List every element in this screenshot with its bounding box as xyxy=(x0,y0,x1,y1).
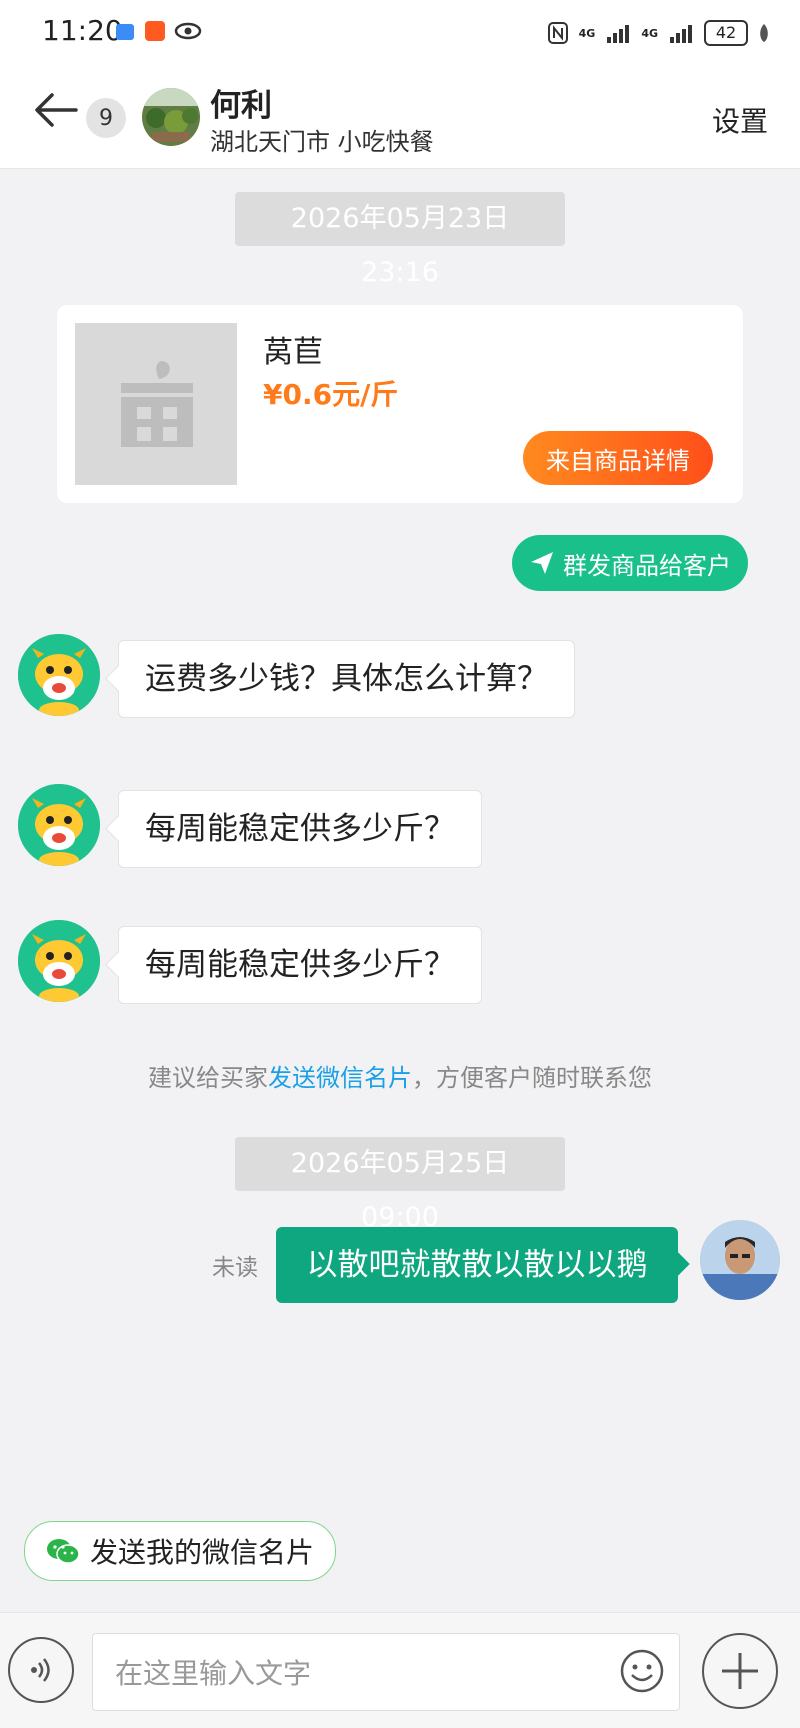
status-system-icons: 4G 4G 42 xyxy=(547,20,770,46)
timestamp: 2026年05月23日 23:16 xyxy=(235,192,565,288)
kuaishou-notification-icon xyxy=(145,21,165,41)
my-avatar[interactable] xyxy=(700,1220,780,1300)
contact-name: 何利 xyxy=(210,88,272,124)
hint-prefix: 建议给买家 xyxy=(148,1064,268,1092)
voice-icon xyxy=(31,1658,50,1682)
outgoing-message-text: 以散吧就散散以散以以鹅 xyxy=(306,1247,648,1283)
signal-icon-1 xyxy=(607,25,630,43)
product-price: ¥0.6元/斤 xyxy=(263,378,399,411)
leaf-icon xyxy=(760,24,768,42)
back-arrow-icon[interactable] xyxy=(32,90,80,130)
status-bar: 11:20 4G 4G 42 xyxy=(0,0,800,64)
network-4g-label-2: 4G xyxy=(641,26,658,40)
shop-placeholder-icon xyxy=(121,361,193,447)
user-photo-icon xyxy=(700,1220,780,1300)
voice-input-button[interactable] xyxy=(8,1637,74,1703)
incoming-message-text: 运费多少钱？具体怎么计算？ xyxy=(145,661,548,697)
broadcast-label: 群发商品给客户 xyxy=(563,551,731,580)
from-product-detail-button[interactable]: 来自商品详情 xyxy=(523,431,713,485)
product-name: 莴苣 xyxy=(263,335,323,370)
plus-icon xyxy=(722,1653,758,1689)
wechat-icon xyxy=(46,1539,80,1564)
contact-avatar[interactable] xyxy=(142,88,200,146)
incoming-message-text: 每周能稳定供多少斤？ xyxy=(145,947,455,983)
network-4g-label-1: 4G xyxy=(578,26,596,40)
send-wechat-card-link[interactable]: 发送微信名片 xyxy=(268,1064,412,1092)
incoming-message-bubble: 每周能稳定供多少斤？ xyxy=(118,926,482,1004)
incoming-message-text: 每周能稳定供多少斤？ xyxy=(145,811,455,847)
timestamp: 2026年05月25日 09:00 xyxy=(235,1137,565,1233)
hint-suffix: ，方便客户随时联系您 xyxy=(412,1064,652,1092)
battery-level: 42 xyxy=(715,23,737,42)
settings-button[interactable]: 设置 xyxy=(712,100,768,140)
cow-mascot-icon xyxy=(18,920,100,1002)
buyer-avatar[interactable] xyxy=(18,920,100,1002)
outgoing-message-bubble: 以散吧就散散以散以以鹅 xyxy=(276,1227,678,1303)
contact-photo-icon xyxy=(142,88,200,146)
message-input-container[interactable] xyxy=(92,1633,680,1712)
wechat-card-hint: 建议给买家发送微信名片，方便客户随时联系您 xyxy=(0,1058,800,1093)
message-input[interactable] xyxy=(113,1634,597,1712)
signal-icon-2 xyxy=(670,25,692,43)
incoming-message-bubble: 运费多少钱？具体怎么计算？ xyxy=(118,640,575,718)
eye-icon xyxy=(174,22,202,40)
product-card[interactable]: 莴苣 ¥0.6元/斤 来自商品详情 xyxy=(57,305,743,503)
app-notification-icon xyxy=(116,24,134,40)
status-time: 11:20 xyxy=(42,14,123,47)
contact-location: 湖北天门市 小吃快餐 xyxy=(210,128,434,156)
cow-mascot-icon xyxy=(18,634,100,716)
broadcast-product-button[interactable]: 群发商品给客户 xyxy=(512,535,748,591)
product-image-placeholder xyxy=(75,323,237,485)
cow-mascot-icon xyxy=(18,784,100,866)
input-bar xyxy=(0,1612,800,1728)
unread-status: 未读 xyxy=(212,1255,258,1281)
unread-count-badge: 9 xyxy=(86,98,126,138)
send-wechat-card-button[interactable]: 发送我的微信名片 xyxy=(24,1521,336,1581)
buyer-avatar[interactable] xyxy=(18,634,100,716)
incoming-message-bubble: 每周能稳定供多少斤？ xyxy=(118,790,482,868)
send-arrow-icon xyxy=(531,552,553,574)
send-wechat-card-label: 发送我的微信名片 xyxy=(89,1536,314,1569)
battery-icon: 42 xyxy=(704,20,748,46)
buyer-avatar[interactable] xyxy=(18,784,100,866)
more-actions-button[interactable] xyxy=(702,1633,778,1709)
status-notification-icons xyxy=(114,20,202,42)
chat-header: 9 何利 湖北天门市 小吃快餐 设置 xyxy=(0,64,800,169)
nfc-icon xyxy=(547,22,568,44)
emoji-icon[interactable] xyxy=(619,1648,665,1694)
